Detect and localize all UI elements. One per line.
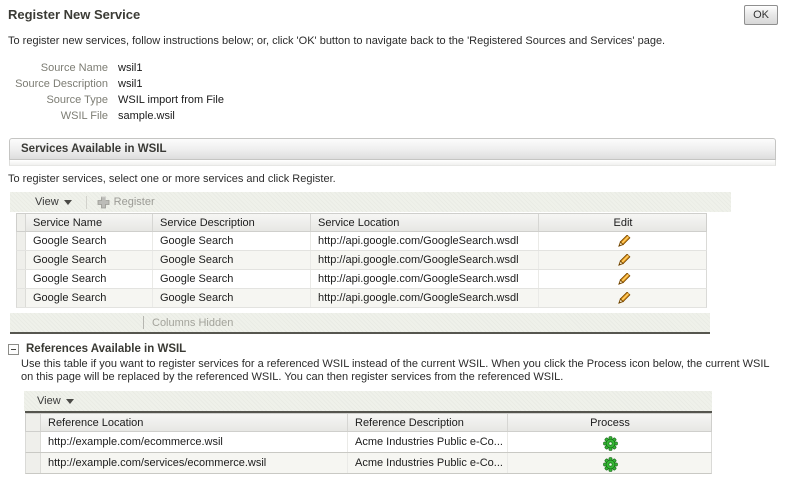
- chevron-down-icon: [66, 399, 74, 404]
- edit-pencil-icon[interactable]: [616, 273, 631, 288]
- source-type-value: WSIL import from File: [118, 93, 224, 109]
- row-selector-gutter[interactable]: [17, 251, 26, 269]
- edit-pencil-icon[interactable]: [616, 235, 631, 250]
- reference-location-cell: http://example.com/services/ecommerce.ws…: [41, 453, 348, 473]
- minus-glyph: [11, 349, 16, 350]
- edit-cell[interactable]: [539, 232, 707, 250]
- col-header-edit: Edit: [539, 214, 707, 231]
- service-location-cell: http://api.google.com/GoogleSearch.wsdl: [311, 251, 539, 269]
- toolbar-separator: [86, 196, 87, 209]
- collapse-icon[interactable]: [8, 344, 19, 355]
- services-instruction: To register services, select one or more…: [8, 173, 777, 185]
- reference-description-cell: Acme Industries Public e-Co...: [348, 432, 508, 452]
- service-location-cell: http://api.google.com/GoogleSearch.wsdl: [311, 232, 539, 250]
- edit-cell[interactable]: [539, 251, 707, 269]
- process-gear-icon[interactable]: [603, 436, 618, 451]
- wsil-file-label: WSIL File: [8, 109, 108, 125]
- edit-pencil-icon[interactable]: [616, 292, 631, 307]
- references-view-menu-button[interactable]: View: [37, 395, 74, 407]
- process-cell[interactable]: [508, 453, 712, 473]
- form-row-source-description: Source Description wsil1: [8, 77, 785, 93]
- row-selector-gutter[interactable]: [17, 289, 26, 307]
- reference-description-cell: Acme Industries Public e-Co...: [348, 453, 508, 473]
- row-selector-gutter: [17, 214, 26, 231]
- columns-hidden-label: Columns Hidden: [152, 317, 233, 329]
- service-name-cell: Google Search: [26, 270, 153, 288]
- col-header-reference-location: Reference Location: [41, 414, 348, 431]
- references-toolbar: View: [24, 391, 712, 411]
- services-table-header: Service Name Service Description Service…: [16, 213, 707, 232]
- source-form: Source Name wsil1 Source Description wsi…: [8, 61, 785, 125]
- source-description-label: Source Description: [8, 77, 108, 93]
- process-gear-icon[interactable]: [603, 457, 618, 472]
- row-selector-gutter: [26, 414, 41, 431]
- services-table: Service Name Service Description Service…: [16, 213, 707, 308]
- col-header-process: Process: [508, 414, 712, 431]
- view-menu-label: View: [37, 395, 61, 407]
- columns-hidden-separator: [143, 316, 144, 329]
- service-location-cell: http://api.google.com/GoogleSearch.wsdl: [311, 289, 539, 307]
- page-header: Register New Service OK: [0, 0, 785, 22]
- services-section-header: Services Available in WSIL: [9, 138, 776, 160]
- table-row[interactable]: Google Search Google Search http://api.g…: [16, 270, 707, 289]
- register-button-label: Register: [114, 196, 155, 208]
- references-section-title: References Available in WSIL: [26, 343, 186, 355]
- page-title: Register New Service: [8, 7, 140, 22]
- process-cell[interactable]: [508, 432, 712, 452]
- ok-button[interactable]: OK: [744, 5, 778, 25]
- service-location-cell: http://api.google.com/GoogleSearch.wsdl: [311, 270, 539, 288]
- service-description-cell: Google Search: [153, 289, 311, 307]
- col-header-service-description: Service Description: [153, 214, 311, 231]
- form-row-wsil-file: WSIL File sample.wsil: [8, 109, 785, 125]
- references-table-header: Reference Location Reference Description…: [25, 413, 712, 432]
- edit-cell[interactable]: [539, 270, 707, 288]
- col-header-reference-description: Reference Description: [348, 414, 508, 431]
- add-icon: [97, 196, 110, 209]
- table-row[interactable]: http://example.com/ecommerce.wsil Acme I…: [25, 432, 712, 453]
- columns-hidden-bar: Columns Hidden: [10, 313, 710, 334]
- service-name-cell: Google Search: [26, 289, 153, 307]
- source-name-value: wsil1: [118, 61, 142, 77]
- services-toolbar: View Register: [10, 192, 731, 212]
- service-description-cell: Google Search: [153, 251, 311, 269]
- services-view-menu-button[interactable]: View: [35, 196, 72, 208]
- col-header-service-name: Service Name: [26, 214, 153, 231]
- wsil-file-value: sample.wsil: [118, 109, 175, 125]
- source-description-value: wsil1: [118, 77, 142, 93]
- edit-cell[interactable]: [539, 289, 707, 307]
- source-name-label: Source Name: [8, 61, 108, 77]
- register-button[interactable]: Register: [97, 196, 155, 209]
- row-selector-gutter[interactable]: [17, 232, 26, 250]
- service-description-cell: Google Search: [153, 270, 311, 288]
- table-row[interactable]: Google Search Google Search http://api.g…: [16, 251, 707, 270]
- view-menu-label: View: [35, 196, 59, 208]
- services-section-header-strip: [9, 160, 776, 166]
- chevron-down-icon: [64, 200, 72, 205]
- references-table: Reference Location Reference Description…: [25, 411, 712, 474]
- page-instruction: To register new services, follow instruc…: [8, 35, 777, 47]
- row-selector-gutter[interactable]: [26, 453, 41, 473]
- row-selector-gutter[interactable]: [26, 432, 41, 452]
- table-row[interactable]: Google Search Google Search http://api.g…: [16, 232, 707, 251]
- reference-location-cell: http://example.com/ecommerce.wsil: [41, 432, 348, 452]
- references-description: Use this table if you want to register s…: [21, 358, 773, 384]
- service-name-cell: Google Search: [26, 232, 153, 250]
- col-header-service-location: Service Location: [311, 214, 539, 231]
- form-row-source-type: Source Type WSIL import from File: [8, 93, 785, 109]
- references-section-header: References Available in WSIL: [8, 343, 785, 355]
- service-name-cell: Google Search: [26, 251, 153, 269]
- form-row-source-name: Source Name wsil1: [8, 61, 785, 77]
- service-description-cell: Google Search: [153, 232, 311, 250]
- row-selector-gutter[interactable]: [17, 270, 26, 288]
- table-row[interactable]: Google Search Google Search http://api.g…: [16, 289, 707, 308]
- table-row[interactable]: http://example.com/services/ecommerce.ws…: [25, 453, 712, 474]
- edit-pencil-icon[interactable]: [616, 254, 631, 269]
- source-type-label: Source Type: [8, 93, 108, 109]
